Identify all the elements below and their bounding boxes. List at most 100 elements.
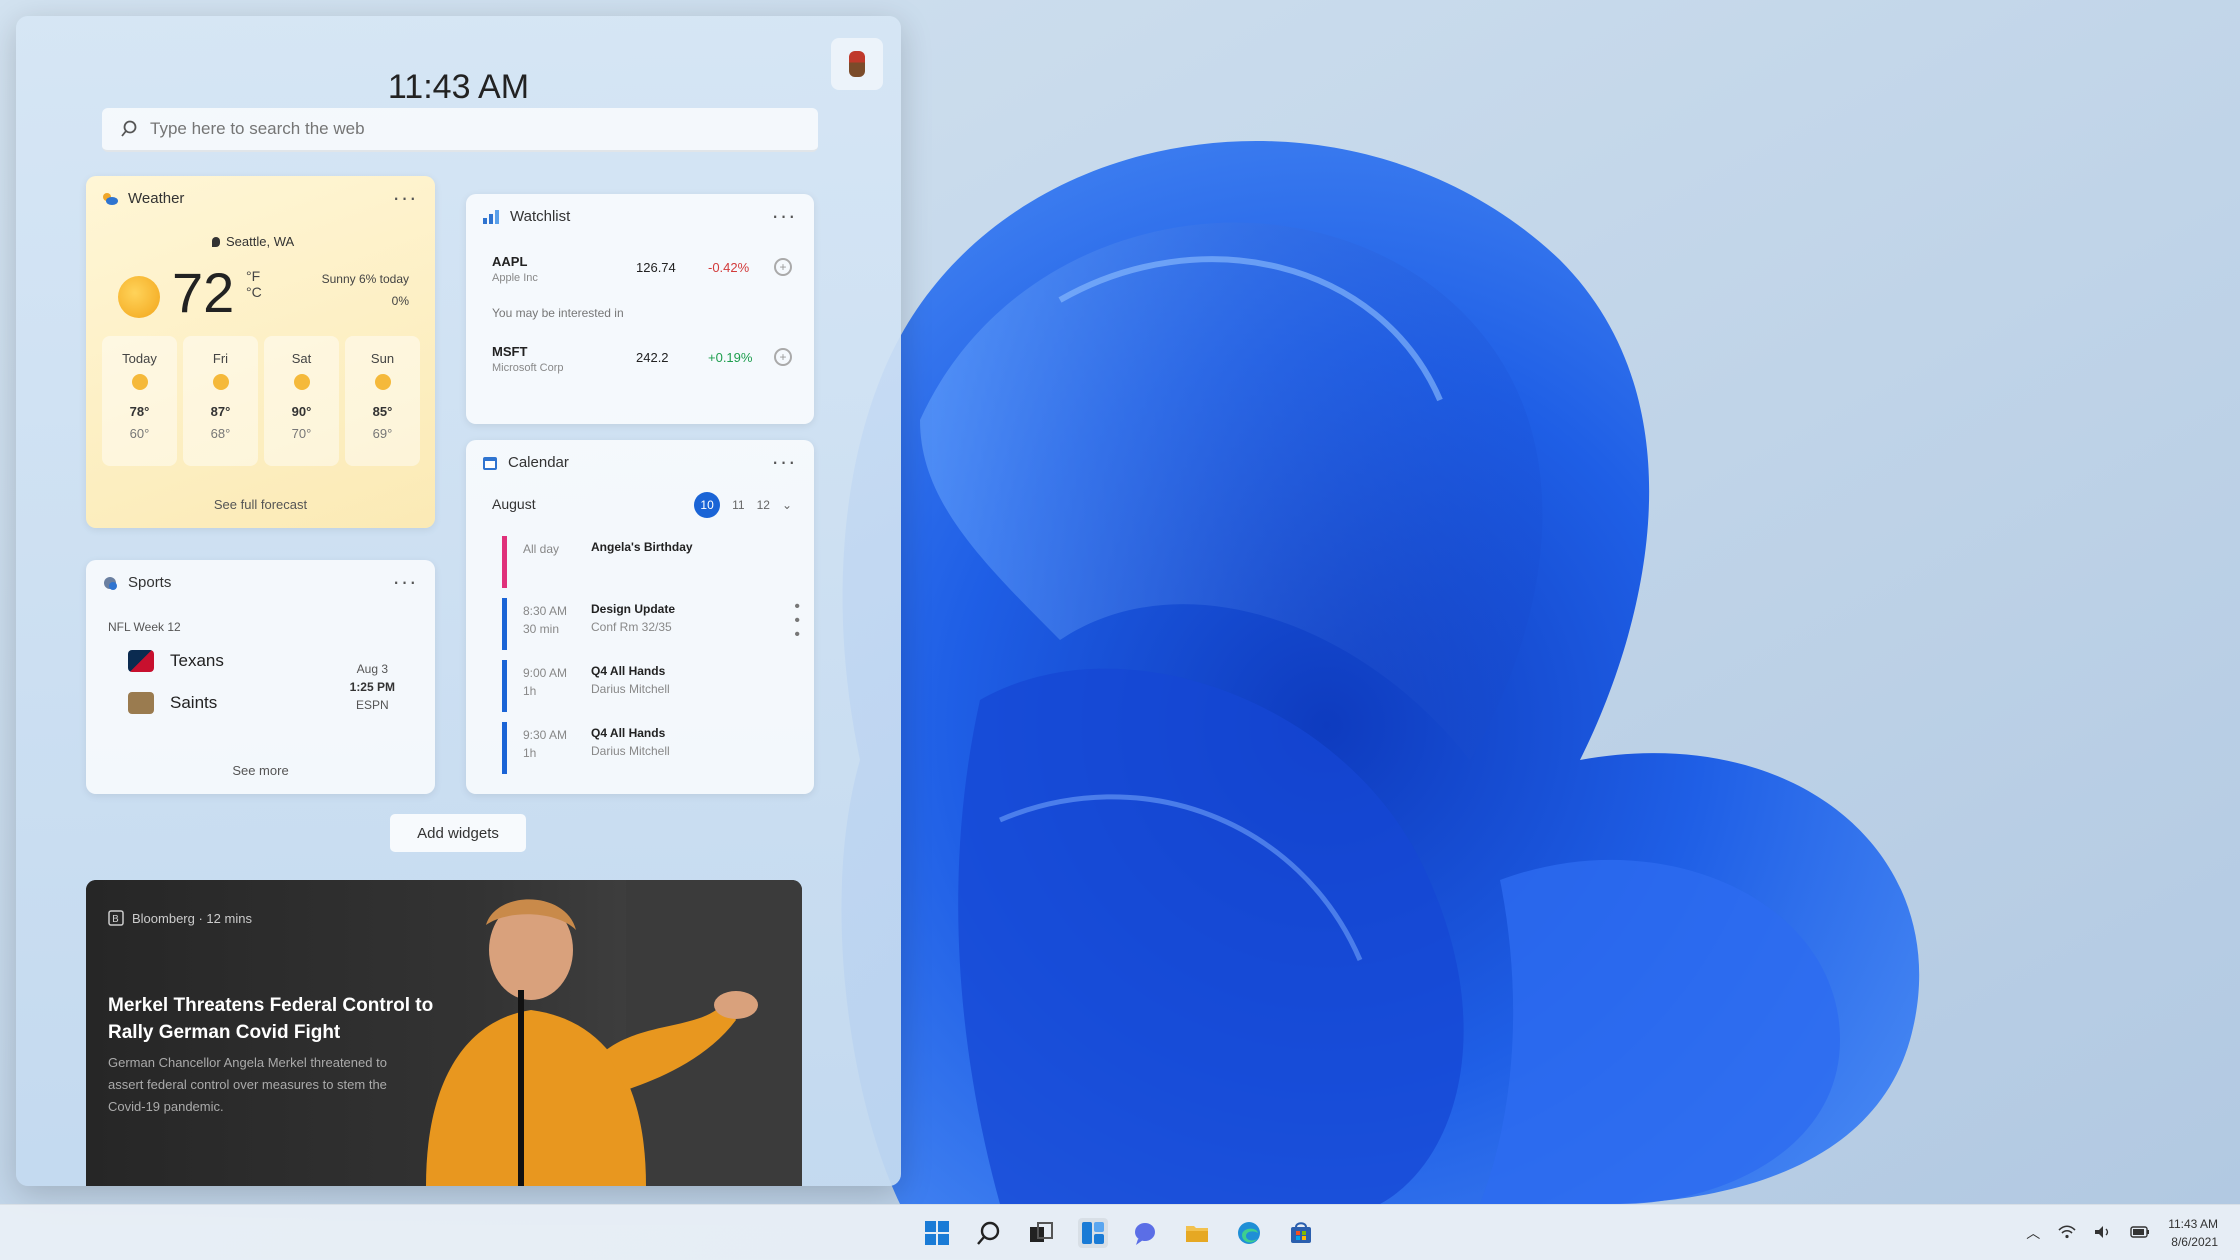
watchlist-title: Watchlist (510, 208, 571, 225)
event-title: Design Update (591, 602, 676, 616)
watchlist-widget[interactable]: Watchlist ··· AAPL Apple Inc 126.74 -0.4… (466, 194, 814, 424)
file-explorer-button[interactable] (1182, 1218, 1212, 1248)
volume-icon[interactable] (2094, 1225, 2112, 1242)
forecast-high: 78° (129, 404, 150, 419)
event-start: 9:30 AM (523, 728, 568, 742)
forecast-day[interactable]: Sat 90° 70° (264, 336, 339, 466)
svg-text:B: B (112, 914, 119, 925)
calendar-day[interactable]: 12 (757, 498, 770, 512)
weather-more-button[interactable]: ··· (389, 185, 421, 210)
calendar-event[interactable]: All day Angela's Birthday (502, 536, 782, 588)
team-row[interactable]: Saints (128, 692, 217, 714)
task-view-button[interactable] (1026, 1218, 1056, 1248)
stock-change: +0.19% (708, 350, 753, 365)
add-stock-icon[interactable]: + (774, 348, 792, 366)
news-source: B Bloomberg · 12 mins (108, 910, 252, 926)
calendar-icon (483, 456, 497, 470)
texans-logo-icon (128, 650, 154, 672)
calendar-event[interactable]: 9:30 AM 1h Q4 All Hands Darius Mitchell (502, 722, 782, 774)
web-search-box[interactable] (102, 108, 818, 152)
store-icon (1291, 1222, 1311, 1243)
calendar-scroll-indicator[interactable]: • • • (794, 599, 800, 643)
calendar-header: Calendar (482, 454, 569, 471)
stock-symbol: AAPL (492, 254, 528, 269)
taskbar-search-button[interactable] (974, 1218, 1004, 1248)
stock-row[interactable]: AAPL Apple Inc 126.74 -0.42% + (492, 254, 792, 294)
forecast-low: 60° (129, 426, 150, 441)
event-time: All day (523, 542, 560, 556)
calendar-month: August (492, 496, 536, 512)
calendar-event[interactable]: 8:30 AM 30 min Design Update Conf Rm 32/3… (502, 598, 782, 650)
profile-button[interactable] (831, 38, 883, 90)
calendar-title: Calendar (508, 454, 569, 471)
event-subtitle: Darius Mitchell (591, 744, 670, 758)
chevron-down-icon[interactable]: ⌄ (782, 498, 792, 512)
forecast-day[interactable]: Sun 85° 69° (345, 336, 420, 466)
forecast-high: 90° (291, 404, 312, 419)
event-start: 9:00 AM (523, 666, 568, 680)
event-time: 9:00 AM 1h (523, 664, 567, 700)
calendar-day[interactable]: 11 (732, 498, 744, 512)
sports-widget[interactable]: Sports ··· NFL Week 12 Texans Saints Aug… (86, 560, 435, 794)
start-button[interactable] (922, 1218, 952, 1248)
weather-title: Weather (128, 190, 185, 207)
forecast-day-label: Today (122, 351, 157, 366)
forecast-day-label: Sat (291, 351, 312, 366)
store-button[interactable] (1286, 1218, 1316, 1248)
forecast-day[interactable]: Today 78° 60° (102, 336, 177, 466)
sunny-icon (118, 276, 160, 318)
sports-see-more-link[interactable]: See more (86, 763, 435, 778)
game-label: NFL Week 12 (108, 620, 181, 634)
widgets-button[interactable] (1078, 1218, 1108, 1248)
news-summary: German Chancellor Angela Merkel threaten… (108, 1055, 387, 1114)
game-info: Aug 3 1:25 PM ESPN (350, 660, 395, 714)
edge-button[interactable] (1234, 1218, 1264, 1248)
add-widgets-button[interactable]: Add widgets (390, 814, 526, 852)
weather-widget[interactable]: Weather ··· Seattle, WA 72 °F °C Sunny 6… (86, 176, 435, 528)
stock-row[interactable]: MSFT Microsoft Corp 242.2 +0.19% + (492, 344, 792, 384)
news-headline[interactable]: Merkel Threatens Federal Control to Rall… (108, 992, 438, 1046)
stock-name: Apple Inc (492, 272, 538, 284)
see-full-forecast-link[interactable]: See full forecast (86, 497, 435, 512)
add-stock-icon[interactable]: + (774, 258, 792, 276)
folder-icon (1186, 1226, 1208, 1242)
team-row[interactable]: Texans (128, 650, 224, 672)
event-subtitle: Darius Mitchell (591, 682, 670, 696)
weather-unit-toggle[interactable]: °F °C (246, 268, 262, 300)
web-search-input[interactable] (150, 119, 790, 139)
calendar-more-button[interactable]: ··· (768, 449, 800, 474)
wifi-icon[interactable] (2058, 1224, 2076, 1242)
calendar-day-strip: 10 11 12 ⌄ (694, 492, 792, 518)
saints-logo-icon (128, 692, 154, 714)
weather-cloud-icon (103, 192, 118, 205)
stock-change: -0.42% (708, 260, 750, 275)
bloomberg-icon: B (108, 910, 124, 926)
sports-more-button[interactable]: ··· (389, 569, 421, 594)
forecast-day[interactable]: Fri 87° 68° (183, 336, 258, 466)
taskbar-date: 8/6/2021 (2171, 1235, 2218, 1249)
event-start: 8:30 AM (523, 604, 568, 618)
system-tray: ︿ 11:43 AM 8/6/2021 (2026, 1205, 2218, 1260)
sunny-icon (212, 374, 229, 390)
location-pin-icon (212, 236, 220, 247)
watchlist-more-button[interactable]: ··· (768, 203, 800, 228)
news-card[interactable]: B Bloomberg · 12 mins Merkel Threatens F… (86, 880, 802, 1186)
watchlist-header: Watchlist (482, 208, 570, 225)
calendar-widget[interactable]: Calendar ··· August 10 11 12 ⌄ All day A… (466, 440, 814, 794)
taskbar-clock[interactable]: 11:43 AM 8/6/2021 (2168, 1215, 2218, 1251)
calendar-day-today[interactable]: 10 (694, 492, 721, 518)
weather-temperature: 72 (172, 261, 235, 324)
battery-icon[interactable] (2130, 1225, 2150, 1241)
weather-location: Seattle, WA (212, 234, 294, 249)
task-view-icon (1030, 1222, 1053, 1242)
search-icon (977, 1221, 1000, 1245)
sports-header: Sports (102, 574, 171, 591)
chat-button[interactable] (1130, 1218, 1160, 1248)
forecast-low: 70° (291, 426, 312, 441)
unit-c[interactable]: °C (246, 284, 262, 300)
chevron-up-icon[interactable]: ︿ (2026, 1223, 2040, 1243)
calendar-event[interactable]: 9:00 AM 1h Q4 All Hands Darius Mitchell (502, 660, 782, 712)
partly-sunny-icon (293, 374, 310, 390)
unit-f[interactable]: °F (246, 268, 262, 284)
windows-logo-icon (925, 1221, 949, 1245)
